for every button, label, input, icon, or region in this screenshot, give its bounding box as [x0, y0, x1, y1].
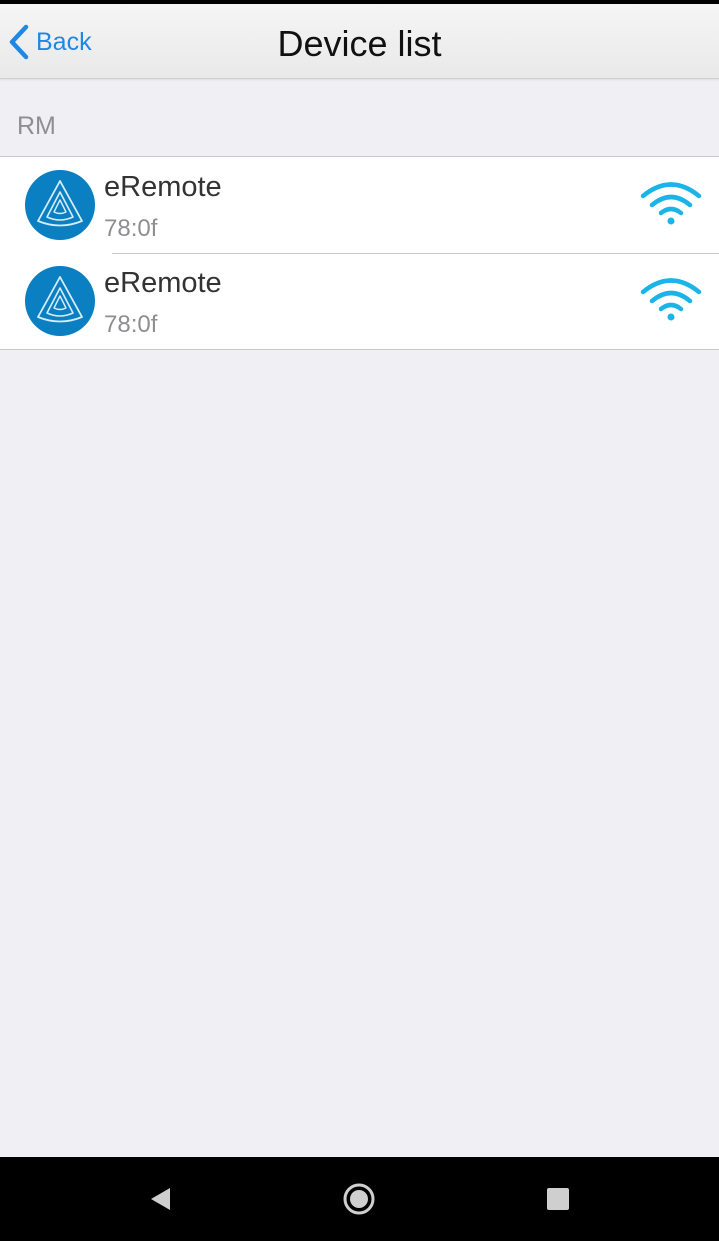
- system-back-button[interactable]: [140, 1179, 180, 1219]
- device-row[interactable]: eRemote 78:0f: [0, 157, 719, 253]
- circle-home-icon: [343, 1183, 375, 1215]
- device-list-screen: Device list Back RM eRemote 78:0f eRemot…: [0, 0, 719, 1241]
- device-mac: 78:0f: [104, 311, 158, 338]
- chevron-left-icon: [9, 24, 29, 60]
- section-header: RM: [17, 112, 56, 140]
- eremote-logo-icon: [25, 266, 95, 336]
- back-button[interactable]: Back: [6, 22, 92, 62]
- device-name: eRemote: [104, 267, 222, 299]
- back-label: Back: [36, 27, 92, 56]
- device-row[interactable]: eRemote 78:0f: [0, 253, 719, 349]
- device-mac: 78:0f: [104, 215, 158, 242]
- page-title: Device list: [277, 23, 442, 64]
- wifi-icon: [640, 182, 702, 225]
- wifi-icon: [640, 278, 702, 321]
- navigation-bar: Device list Back: [0, 4, 719, 79]
- eremote-logo-icon: [25, 170, 95, 240]
- device-name: eRemote: [104, 171, 222, 203]
- system-navigation-bar: [0, 1157, 719, 1241]
- triangle-back-icon: [151, 1188, 170, 1210]
- system-home-button[interactable]: [339, 1179, 379, 1219]
- system-recents-button[interactable]: [538, 1179, 578, 1219]
- device-list: eRemote 78:0f eRemote 78:0f: [0, 156, 719, 350]
- square-recents-icon: [547, 1188, 569, 1210]
